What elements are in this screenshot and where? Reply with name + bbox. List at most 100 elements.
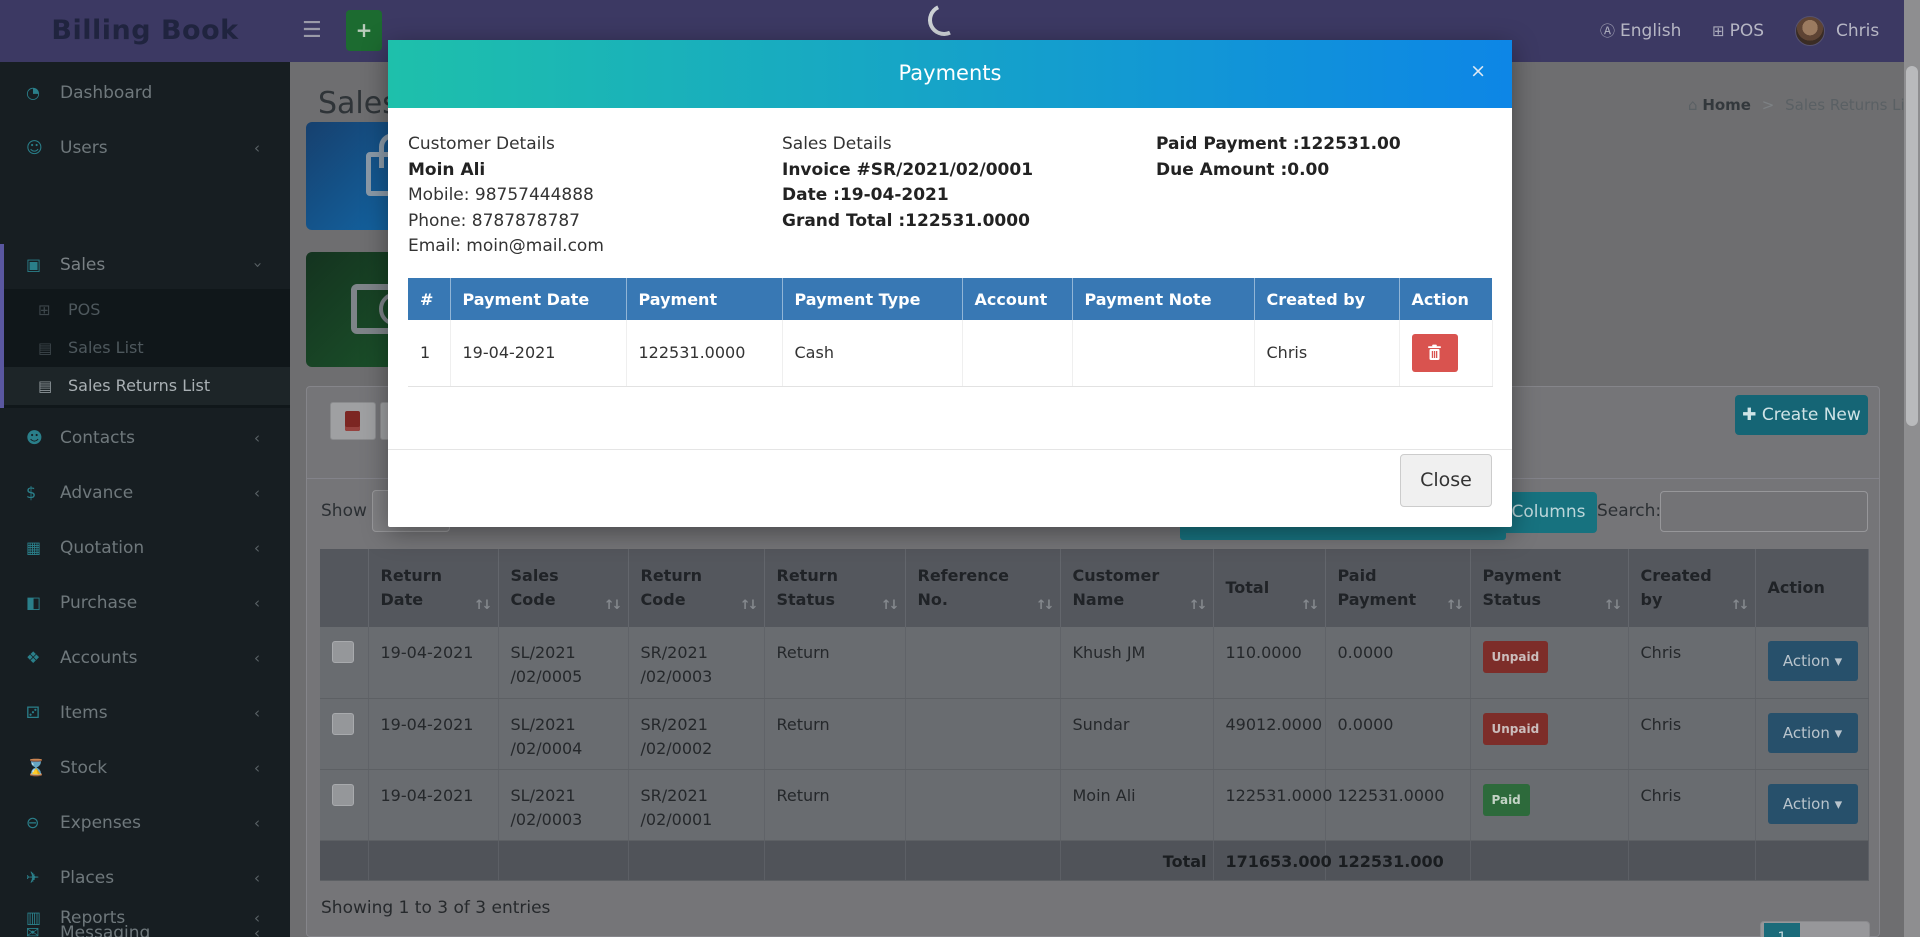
sidebar-item-places[interactable]: ✈Places ‹ xyxy=(0,857,290,899)
chevron-left-icon: ‹ xyxy=(254,582,260,624)
status-badge: Unpaid xyxy=(1483,641,1549,673)
columns-button[interactable]: Columns xyxy=(1500,492,1597,533)
sort-icon[interactable]: ↑↓ xyxy=(604,598,620,613)
sidebar-item-contacts[interactable]: ☻Contacts ‹ xyxy=(0,417,290,459)
sort-icon[interactable]: ↑↓ xyxy=(1301,598,1317,613)
table-footer-row: Total 171653.000 122531.000 xyxy=(320,840,1868,880)
sidebar-item-sales[interactable]: ▣Sales ‹ xyxy=(0,244,290,286)
sales-submenu: ⊞POS ▤Sales List ▤Sales Returns List xyxy=(4,289,290,408)
pagination[interactable]: 1 xyxy=(1760,921,1870,937)
search-input[interactable] xyxy=(1660,491,1868,532)
table-header-row: Return Date↑↓ Sales Code↑↓ Return Code↑↓… xyxy=(320,549,1868,627)
modal-title: Payments xyxy=(388,61,1512,85)
language-label: English xyxy=(1620,21,1681,41)
row-checkbox[interactable] xyxy=(332,784,354,806)
col-return-code[interactable]: Return Code↑↓ xyxy=(628,549,764,627)
reports-icon: ▥ xyxy=(26,897,60,937)
users-icon: ☺ xyxy=(26,127,60,169)
showing-entries-text: Showing 1 to 3 of 3 entries xyxy=(321,898,550,918)
status-badge: Unpaid xyxy=(1483,713,1549,745)
sort-icon[interactable]: ↑↓ xyxy=(881,598,897,613)
hamburger-menu-icon[interactable]: ☰ xyxy=(302,0,322,62)
sort-icon[interactable]: ↑↓ xyxy=(1731,598,1747,613)
quick-add-button[interactable]: + xyxy=(346,10,382,51)
close-icon[interactable]: × xyxy=(1470,60,1486,82)
row-action-button[interactable]: Action ▾ xyxy=(1768,713,1858,753)
app-logo: Billing Book xyxy=(0,0,290,62)
sort-icon[interactable]: ↑↓ xyxy=(1446,598,1462,613)
expenses-icon: ⊖ xyxy=(26,802,60,844)
customer-details-heading: Customer Details xyxy=(408,132,768,158)
close-button[interactable]: Close xyxy=(1400,454,1492,507)
row-checkbox[interactable] xyxy=(332,713,354,735)
sidebar-item-expenses[interactable]: ⊖Expenses ‹ xyxy=(0,802,290,844)
scrollbar-thumb[interactable] xyxy=(1906,66,1918,426)
sort-icon[interactable]: ↑↓ xyxy=(1604,598,1620,613)
sidebar-item-purchase[interactable]: ◧Purchase ‹ xyxy=(0,582,290,624)
sort-icon[interactable]: ↑↓ xyxy=(740,598,756,613)
payments-header-row: # Payment Date Payment Payment Type Acco… xyxy=(408,278,1492,320)
col-return-status[interactable]: Return Status↑↓ xyxy=(764,549,905,627)
items-icon: ⚂ xyxy=(26,692,60,734)
customer-mobile: Mobile: 98757444888 xyxy=(408,183,768,209)
user-menu[interactable]: Chris xyxy=(1836,0,1879,62)
col-sales-code[interactable]: Sales Code↑↓ xyxy=(498,549,628,627)
sort-icon[interactable]: ↑↓ xyxy=(474,598,490,613)
pagination-page-1[interactable]: 1 xyxy=(1764,923,1800,937)
chevron-left-icon: ‹ xyxy=(254,472,260,514)
sidebar-item-sales-returns-list[interactable]: ▤Sales Returns List xyxy=(4,367,290,405)
table-row: 19-04-2021 SL/2021 /02/0004 SR/2021 /02/… xyxy=(320,698,1868,769)
language-icon: Ⓐ xyxy=(1600,22,1615,40)
export-pdf-button[interactable] xyxy=(330,402,376,440)
sidebar-item-quotation[interactable]: ▦Quotation ‹ xyxy=(0,527,290,569)
stock-icon: ⌛ xyxy=(26,747,60,789)
chevron-left-icon: ‹ xyxy=(254,802,260,844)
sidebar-item-pos[interactable]: ⊞POS xyxy=(4,291,290,329)
invoice-number: Invoice #SR/2021/02/0001 xyxy=(782,158,1142,184)
select-all-header xyxy=(320,549,368,627)
col-return-date[interactable]: Return Date↑↓ xyxy=(368,549,498,627)
chevron-left-icon: ‹ xyxy=(254,897,260,937)
dashboard-icon: ◔ xyxy=(26,72,60,114)
purchase-icon: ◧ xyxy=(26,582,60,624)
col-payment-date: Payment Date xyxy=(450,278,626,320)
chevron-left-icon: ‹ xyxy=(254,857,260,899)
sidebar-item-accounts[interactable]: ❖Accounts ‹ xyxy=(0,637,290,679)
sidebar-item-dashboard[interactable]: ◔Dashboard xyxy=(0,72,290,114)
col-created-by[interactable]: Created by↑↓ xyxy=(1628,549,1755,627)
contacts-icon: ☻ xyxy=(26,417,60,459)
pos-icon: ⊞ xyxy=(1712,22,1725,40)
col-total[interactable]: Total↑↓ xyxy=(1213,549,1325,627)
pos-nav-button[interactable]: ⊞POS xyxy=(1712,0,1764,62)
sidebar-item-reports[interactable]: ▥Reports ‹ xyxy=(0,897,290,937)
search-label: Search: xyxy=(1597,501,1661,521)
pdf-file-icon xyxy=(345,411,360,431)
sort-icon[interactable]: ↑↓ xyxy=(1036,598,1052,613)
sales-returns-table: Return Date↑↓ Sales Code↑↓ Return Code↑↓… xyxy=(320,549,1869,881)
export-buttons-strip[interactable] xyxy=(1180,527,1506,540)
sidebar-item-sales-list[interactable]: ▤Sales List xyxy=(4,329,290,367)
language-selector[interactable]: Ⓐ English xyxy=(1600,0,1681,62)
sort-icon[interactable]: ↑↓ xyxy=(1189,598,1205,613)
user-avatar[interactable] xyxy=(1795,16,1825,46)
row-action-button[interactable]: Action ▾ xyxy=(1768,641,1858,681)
footer-total-label: Total xyxy=(1060,840,1213,880)
payments-modal: Payments × Customer Details Moin Ali Mob… xyxy=(388,40,1512,527)
col-customer-name[interactable]: Customer Name↑↓ xyxy=(1060,549,1213,627)
col-payment-status[interactable]: Payment Status↑↓ xyxy=(1470,549,1628,627)
create-new-button[interactable]: ✚ Create New xyxy=(1735,395,1868,435)
footer-paid-value: 122531.000 xyxy=(1325,840,1470,880)
customer-phone: Phone: 8787878787 xyxy=(408,209,768,235)
table-row: 19-04-2021 SL/2021 /02/0003 SR/2021 /02/… xyxy=(320,769,1868,840)
breadcrumb-home-link[interactable]: Home xyxy=(1702,96,1751,114)
sidebar-item-items[interactable]: ⚂Items ‹ xyxy=(0,692,290,734)
row-action-button[interactable]: Action ▾ xyxy=(1768,784,1858,824)
trash-icon xyxy=(1427,344,1442,361)
col-paid-payment[interactable]: Paid Payment↑↓ xyxy=(1325,549,1470,627)
col-reference-no[interactable]: Reference No.↑↓ xyxy=(905,549,1060,627)
delete-payment-button[interactable] xyxy=(1412,334,1458,372)
sidebar-item-users[interactable]: ☺Users ‹ xyxy=(0,127,290,169)
row-checkbox[interactable] xyxy=(332,641,354,663)
sidebar-item-stock[interactable]: ⌛Stock ‹ xyxy=(0,747,290,789)
sidebar-item-advance[interactable]: $Advance ‹ xyxy=(0,472,290,514)
